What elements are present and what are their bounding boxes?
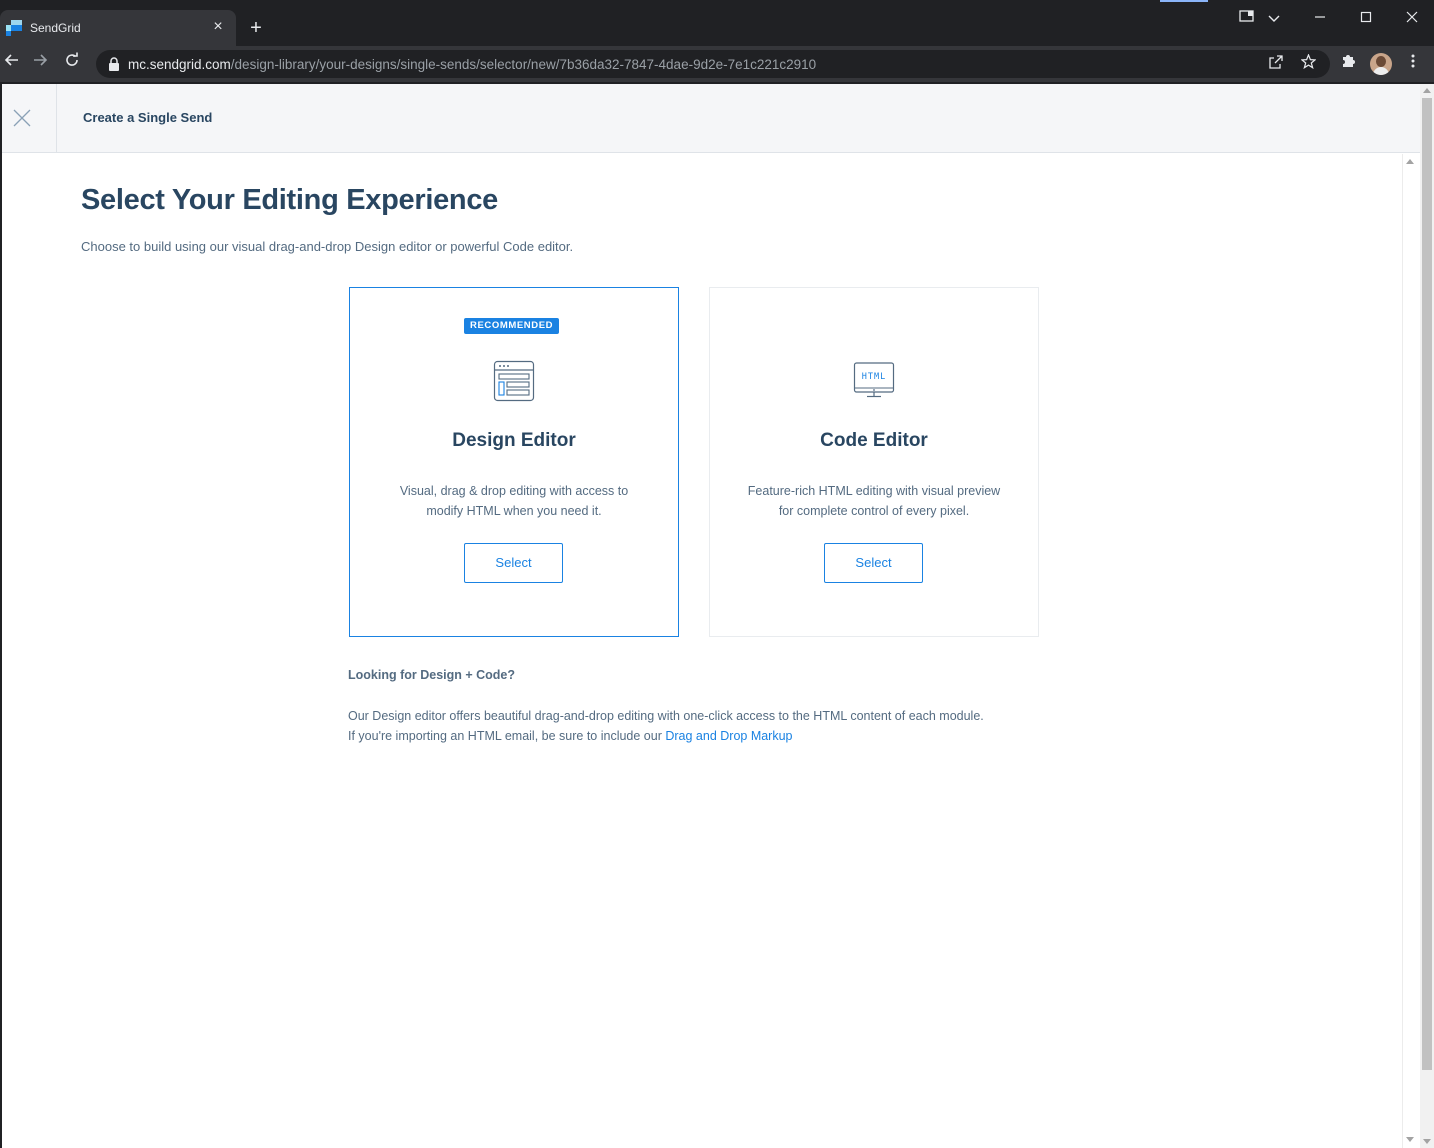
content-scrollbar[interactable] [1402, 154, 1416, 1148]
card-title: Code Editor [820, 430, 928, 451]
browser-toolbar: mc.sendgrid.com/design-library/your-desi… [0, 46, 1434, 82]
menu-icon[interactable] [1401, 52, 1425, 76]
browser-tab[interactable]: SendGrid × [0, 10, 236, 46]
avatar[interactable] [1370, 53, 1392, 75]
lock-icon [109, 57, 119, 71]
design-editor-icon [493, 360, 535, 402]
window-close-icon[interactable] [1397, 8, 1427, 28]
titlebar-accent-line [1160, 0, 1208, 2]
scroll-down-arrow-icon[interactable] [1406, 1137, 1414, 1142]
card-description: Feature-rich HTML editing with visual pr… [747, 484, 1001, 518]
design-code-title: Looking for Design + Code? [348, 668, 516, 682]
browser-titlebar: SendGrid × + [0, 0, 1434, 46]
url-path: /design-library/your-designs/single-send… [230, 57, 817, 72]
page-header-title: Create a Single Send [83, 110, 213, 125]
new-tab-icon[interactable]: + [245, 17, 267, 39]
select-code-editor-button[interactable]: Select [824, 543, 923, 583]
page-scroll-down-icon[interactable] [1423, 1139, 1431, 1144]
share-icon[interactable] [1266, 54, 1286, 74]
design-code-line1: Our Design editor offers beautiful drag-… [348, 709, 984, 723]
code-editor-icon: HTML [853, 362, 895, 398]
design-editor-card[interactable]: RECOMMENDED Design Editor Visual, drag &… [349, 287, 679, 637]
url-host: mc.sendgrid.com [128, 57, 231, 72]
app-header: Create a Single Send [2, 84, 1420, 153]
page-scrollbar-thumb[interactable] [1422, 98, 1432, 1070]
tab-title: SendGrid [30, 21, 81, 35]
close-icon [13, 109, 31, 127]
page-viewport: Create a Single Send Select Your Editing… [2, 84, 1434, 1148]
recommended-badge: RECOMMENDED [464, 318, 560, 334]
html-icon-text: HTML [862, 372, 886, 382]
scroll-up-arrow-icon[interactable] [1406, 159, 1414, 164]
design-code-line2: If you're importing an HTML email, be su… [348, 729, 666, 743]
tab-search-icon[interactable] [1232, 8, 1262, 28]
reload-icon[interactable] [60, 52, 84, 76]
drag-drop-markup-link[interactable]: Drag and Drop Markup [665, 729, 792, 743]
sendgrid-logo-icon [6, 20, 22, 36]
page-scrollbar[interactable] [1420, 84, 1434, 1148]
page-scroll-up-icon[interactable] [1423, 88, 1431, 93]
forward-icon[interactable] [28, 52, 52, 76]
minimize-icon[interactable] [1305, 8, 1335, 28]
star-icon[interactable] [1298, 53, 1318, 74]
close-button[interactable] [2, 84, 57, 152]
design-code-text: Our Design editor offers beautiful drag-… [348, 706, 1068, 746]
tab-close-icon[interactable]: × [208, 17, 228, 37]
page-title: Select Your Editing Experience [81, 184, 499, 216]
chevron-down-icon[interactable] [1259, 8, 1289, 28]
card-title: Design Editor [452, 430, 576, 451]
back-icon[interactable] [0, 52, 24, 76]
maximize-icon[interactable] [1351, 8, 1381, 28]
extensions-icon[interactable] [1336, 52, 1360, 76]
card-description: Visual, drag & drop editing with access … [399, 484, 629, 518]
page-subtitle: Choose to build using our visual drag-an… [81, 239, 574, 254]
address-bar[interactable]: mc.sendgrid.com/design-library/your-desi… [96, 50, 1330, 78]
select-design-editor-button[interactable]: Select [464, 543, 563, 583]
url-text[interactable]: mc.sendgrid.com/design-library/your-desi… [128, 57, 816, 72]
code-editor-card[interactable]: HTML Code Editor Feature-rich HTML editi… [709, 287, 1039, 637]
